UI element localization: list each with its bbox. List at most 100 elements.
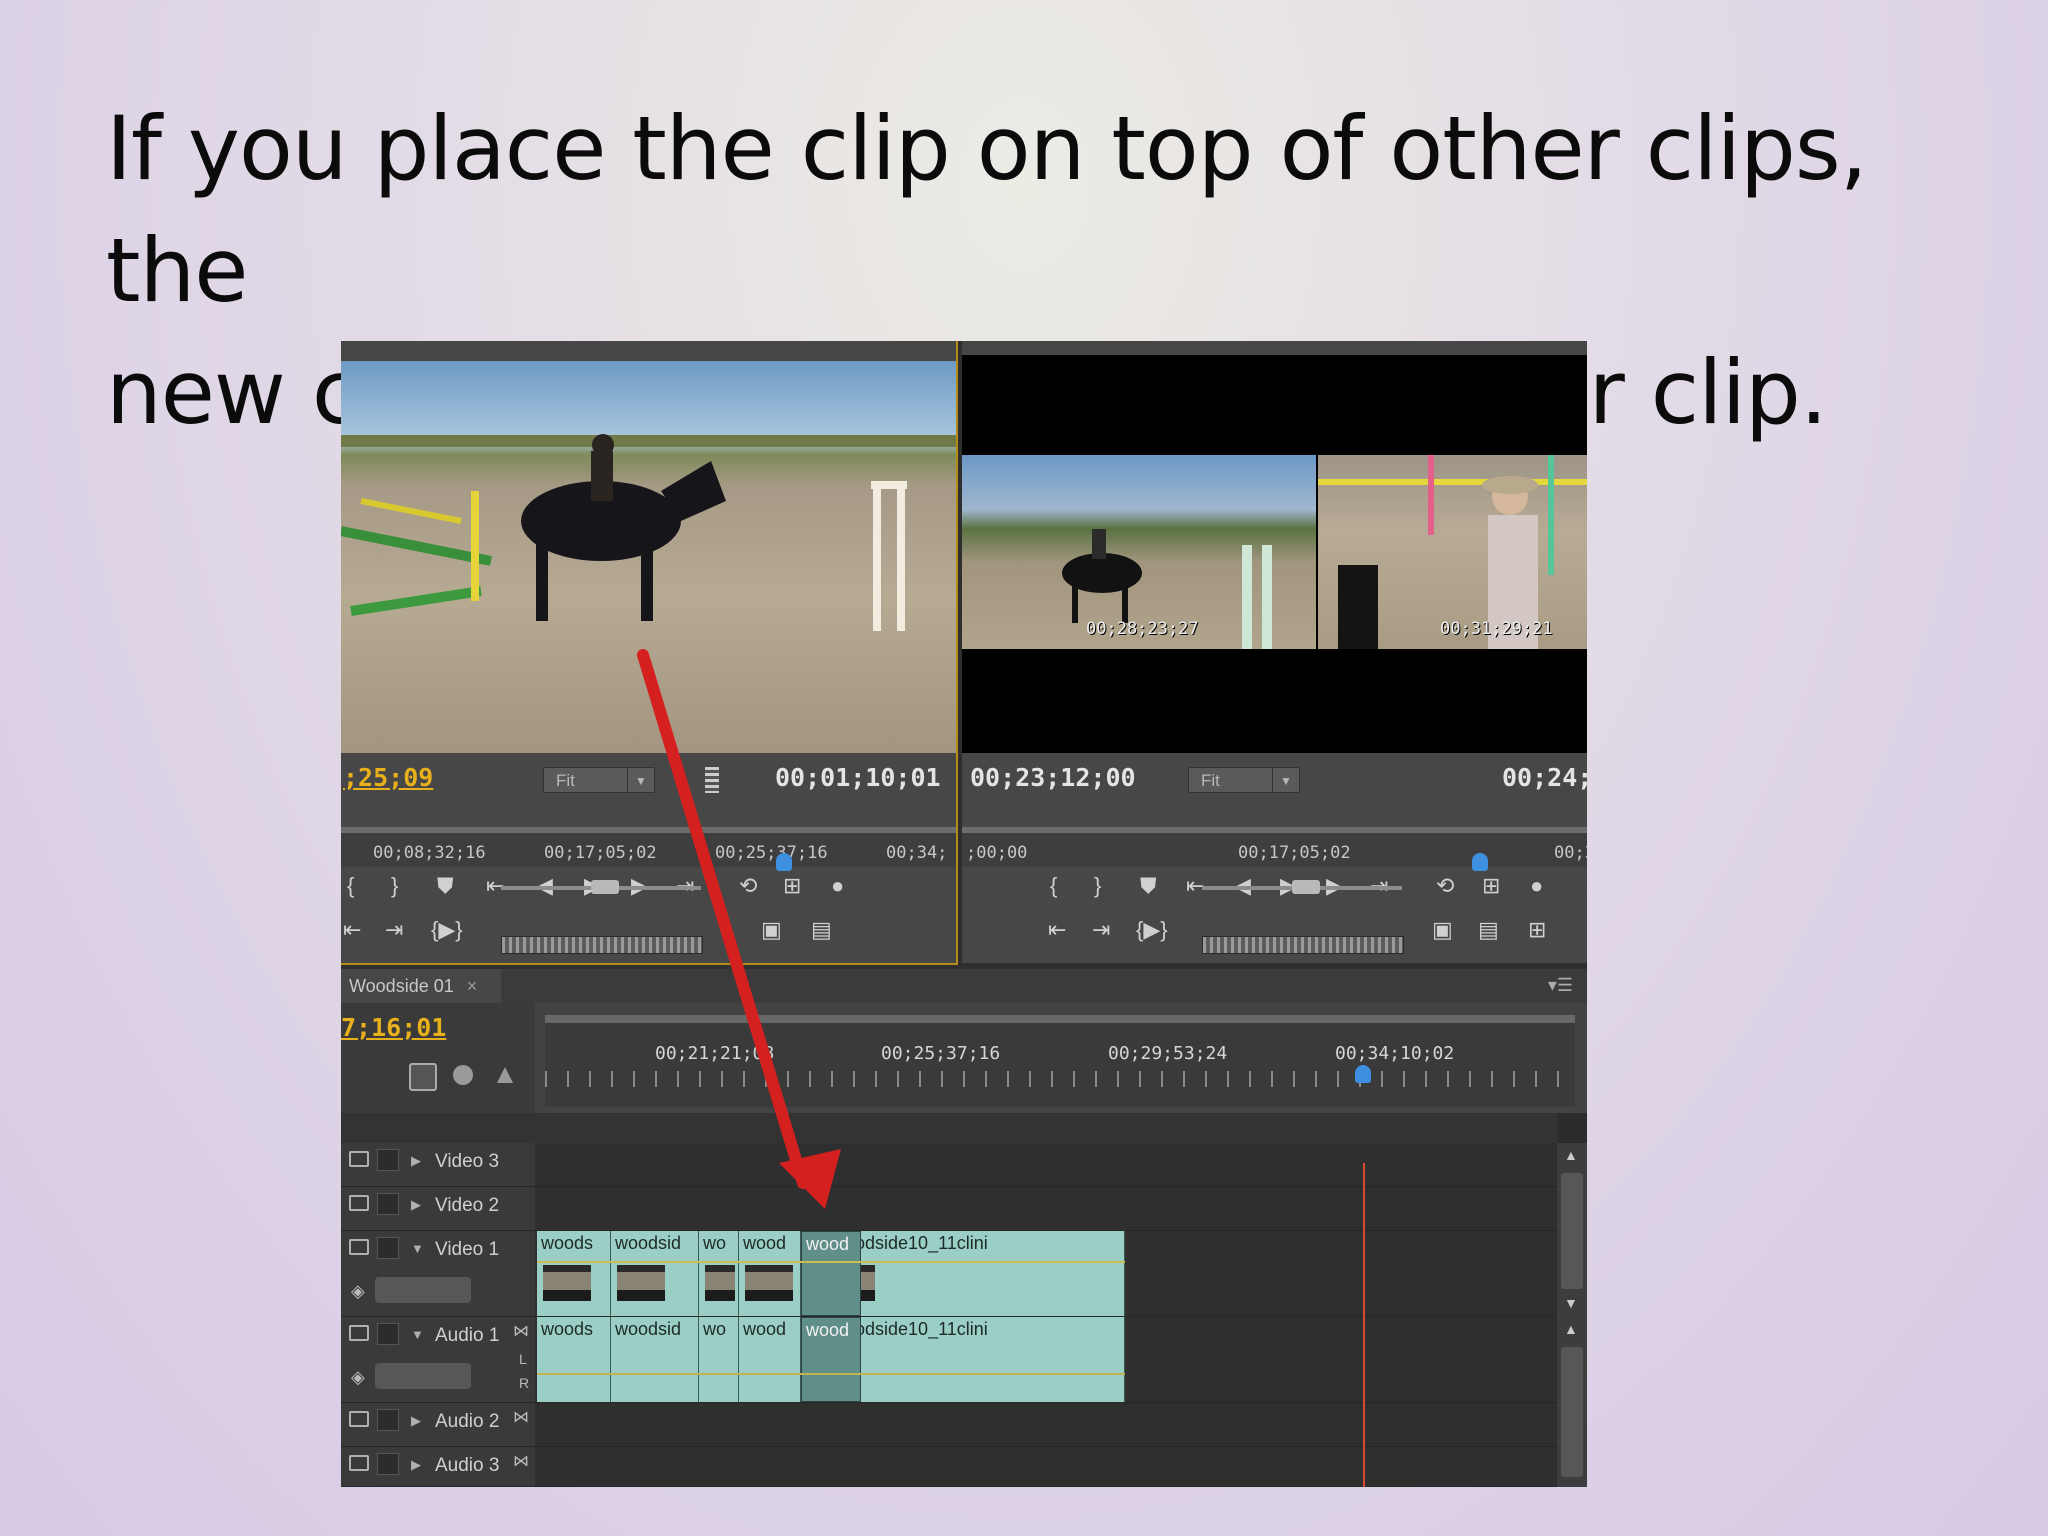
toggle-output-icon[interactable]	[349, 1325, 369, 1341]
expand-triangle-icon[interactable]: ▶	[411, 1197, 421, 1213]
timeline-playhead-icon[interactable]	[1355, 1065, 1371, 1083]
add-marker-icon[interactable]: ⛊	[1140, 873, 1157, 899]
track-lane-video-1[interactable]: woods woodsid wo wood odside10_11clini w…	[535, 1231, 1557, 1317]
extract-icon[interactable]: ▤	[1478, 917, 1499, 943]
dragged-clip[interactable]: wood	[801, 1231, 861, 1316]
track-name: Video 1	[435, 1239, 500, 1260]
collapse-triangle-icon[interactable]: ▼	[411, 1241, 424, 1256]
collapse-triangle-icon[interactable]: ▼	[411, 1327, 424, 1342]
keyframe-icon[interactable]: ◈	[351, 1367, 365, 1388]
timeline-ruler[interactable]: 00;21;21;08 00;25;37;16 00;29;53;24 00;3…	[535, 1003, 1587, 1113]
panel-menu-icon[interactable]: ▾☰	[1548, 975, 1573, 996]
dragged-audio-clip[interactable]: wood	[801, 1317, 861, 1402]
volume-line	[537, 1373, 1125, 1375]
toggle-output-icon[interactable]	[349, 1195, 369, 1211]
current-time-indicator[interactable]	[1363, 1163, 1365, 1487]
go-to-next-icon[interactable]: ⇥	[1092, 917, 1110, 943]
play-in-to-out-icon[interactable]: {▶}	[431, 917, 463, 943]
loop-icon[interactable]: ⟲	[1436, 873, 1454, 899]
track-lane-video-2[interactable]	[535, 1187, 1557, 1231]
lift-icon[interactable]: ▣	[1432, 917, 1453, 943]
output-icon[interactable]: ●	[1530, 873, 1543, 899]
expand-triangle-icon[interactable]: ▶	[411, 1457, 421, 1473]
lock-track-icon[interactable]	[377, 1237, 399, 1259]
ruler-tick: 00;17;05;02	[544, 843, 657, 863]
program-time-ruler[interactable]: ;00;00 00;17;05;02 00;3	[962, 827, 1587, 871]
expand-triangle-icon[interactable]: ▶	[411, 1153, 421, 1169]
play-in-to-out-icon[interactable]: {▶}	[1136, 917, 1168, 943]
track-header-video-1[interactable]: ▼ Video 1 ◈	[341, 1231, 535, 1317]
track-lane-audio-3[interactable]	[535, 1447, 1557, 1487]
safe-margins-icon[interactable]: ⊞	[783, 873, 801, 899]
lock-track-icon[interactable]	[377, 1149, 399, 1171]
audio-clip[interactable]: woods	[537, 1317, 611, 1402]
overlay-icon[interactable]: ▤	[811, 917, 832, 943]
audio-clip[interactable]: woodsid	[611, 1317, 699, 1402]
source-time-ruler[interactable]: 00;08;32;16 00;17;05;02 00;25;37;16 00;3…	[341, 827, 956, 871]
program-current-time[interactable]: 00;23;12;00	[970, 763, 1136, 792]
lock-track-icon[interactable]	[377, 1193, 399, 1215]
scroll-up-icon[interactable]: ▲	[1564, 1321, 1578, 1337]
expand-triangle-icon[interactable]: ▶	[411, 1413, 421, 1429]
output-icon[interactable]: ●	[831, 873, 844, 899]
video-tracks-scrollbar[interactable]: ▲ ▼	[1557, 1143, 1587, 1317]
audio-clip[interactable]: wo	[699, 1317, 739, 1402]
add-marker-icon[interactable]	[497, 1067, 513, 1083]
video-clip[interactable]: woodsid	[611, 1231, 699, 1316]
audio-clip[interactable]: wood	[739, 1317, 801, 1402]
track-lane-audio-2[interactable]	[535, 1403, 1557, 1447]
mark-out-icon[interactable]: }	[1094, 873, 1101, 899]
toggle-output-icon[interactable]	[349, 1239, 369, 1255]
video-clip[interactable]: wo	[699, 1231, 739, 1316]
set-marker-icon[interactable]	[453, 1065, 473, 1085]
drag-video-icon[interactable]	[705, 767, 719, 793]
go-to-next-icon[interactable]: ⇥	[385, 917, 403, 943]
add-marker-icon[interactable]: ⛊	[437, 873, 454, 899]
safe-margins-icon[interactable]: ⊞	[1482, 873, 1500, 899]
source-fit-dropdown[interactable]: Fit ▼	[543, 767, 655, 793]
close-icon[interactable]: ×	[467, 976, 478, 996]
timeline-current-time[interactable]: 7;16;01	[341, 1013, 446, 1042]
track-lane-audio-1[interactable]: woods woodsid wo wood odside10_11clini w…	[535, 1317, 1557, 1403]
mark-in-icon[interactable]: {	[1050, 873, 1057, 899]
video-clip[interactable]: wood	[739, 1231, 801, 1316]
go-to-prev-icon[interactable]: ⇤	[1048, 917, 1066, 943]
snap-icon[interactable]	[409, 1063, 437, 1091]
scroll-up-icon[interactable]: ▲	[1564, 1147, 1578, 1163]
lock-track-icon[interactable]	[377, 1453, 399, 1475]
track-lane-video-3[interactable]	[535, 1143, 1557, 1187]
toggle-output-icon[interactable]	[349, 1151, 369, 1167]
insert-icon[interactable]: ▣	[761, 917, 782, 943]
shuttle-slider[interactable]	[1202, 880, 1402, 894]
track-header-audio-1[interactable]: ▼ Audio 1 ⋈ ◈ L R	[341, 1317, 535, 1403]
mark-in-icon[interactable]: {	[347, 873, 354, 899]
track-header-video-3[interactable]: ▶ Video 3	[341, 1143, 535, 1187]
shuttle-slider[interactable]	[501, 880, 701, 894]
track-header-audio-2[interactable]: ▶ Audio 2 ⋈	[341, 1403, 535, 1447]
scroll-thumb[interactable]	[1561, 1347, 1583, 1477]
lock-track-icon[interactable]	[377, 1409, 399, 1431]
program-fit-dropdown[interactable]: Fit ▼	[1188, 767, 1300, 793]
audio-tracks-scrollbar[interactable]: ▲	[1557, 1317, 1587, 1487]
go-to-prev-icon[interactable]: ⇤	[343, 917, 361, 943]
mark-out-icon[interactable]: }	[391, 873, 398, 899]
tab-woodside-01[interactable]: Woodside 01 ×	[341, 969, 501, 1003]
source-current-time[interactable]: ;25;09	[343, 763, 433, 792]
video-clip[interactable]: woods	[537, 1231, 611, 1316]
keyframe-icon[interactable]: ◈	[351, 1281, 365, 1302]
scroll-thumb[interactable]	[1561, 1173, 1583, 1289]
toggle-output-icon[interactable]	[349, 1455, 369, 1471]
display-style-button[interactable]	[375, 1277, 471, 1303]
toggle-output-icon[interactable]	[349, 1411, 369, 1427]
audio-sync-icon: ⋈	[513, 1453, 529, 1470]
display-style-button[interactable]	[375, 1363, 471, 1389]
premiere-screenshot: ;25;09 Fit ▼ 00;01;10;01 00;08;32;16 00;…	[341, 341, 1587, 1487]
lock-track-icon[interactable]	[377, 1323, 399, 1345]
scroll-down-icon[interactable]: ▼	[1564, 1295, 1578, 1311]
loop-icon[interactable]: ⟲	[739, 873, 757, 899]
jog-disk[interactable]	[1202, 936, 1404, 954]
jog-disk[interactable]	[501, 936, 703, 954]
track-header-video-2[interactable]: ▶ Video 2	[341, 1187, 535, 1231]
trim-icon[interactable]: ⊞	[1528, 917, 1546, 943]
track-header-audio-3[interactable]: ▶ Audio 3 ⋈	[341, 1447, 535, 1487]
